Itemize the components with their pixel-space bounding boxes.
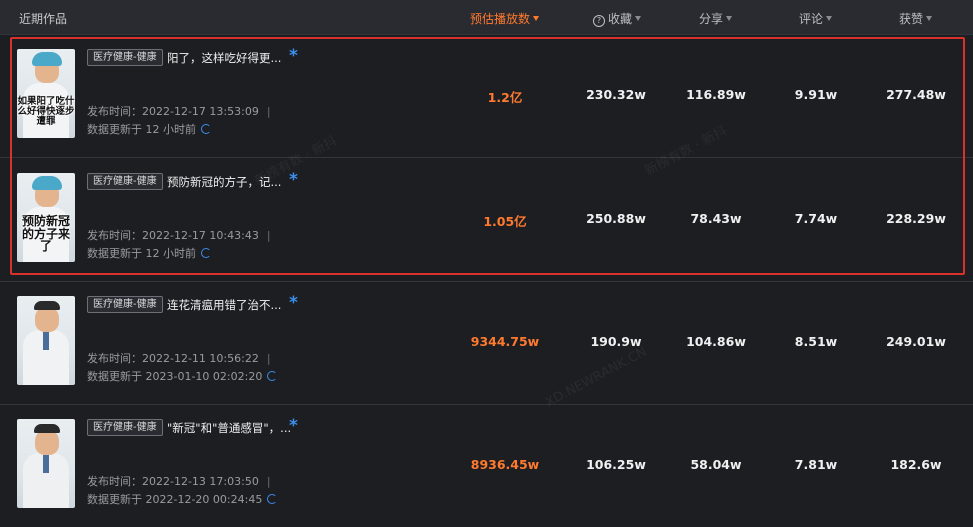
update-time: 数据更新于 12 小时前: [87, 245, 211, 261]
video-thumbnail[interactable]: [17, 419, 75, 508]
table-row[interactable]: 医疗健康-健康 "新冠"和"普通感冒"，... * 发布时间：2022-12-1…: [0, 404, 973, 527]
sort-down-icon: [926, 16, 933, 21]
help-icon[interactable]: ?: [593, 15, 605, 27]
category-tag: 医疗健康-健康: [87, 419, 163, 436]
comments-value: 7.81w: [794, 457, 838, 472]
table-row[interactable]: 医疗健康-健康 连花清瘟用错了治不... * 发布时间：2022-12-11 1…: [0, 281, 973, 405]
category-tag: 医疗健康-健康: [87, 49, 163, 66]
shares-value: 58.04w: [690, 457, 742, 472]
sort-down-icon: [726, 16, 733, 21]
thumbnail-caption: 如果阳了吃什么好得快逐步遭罪: [17, 96, 75, 127]
publish-time-text: 发布时间：2022-12-17 13:53:09: [87, 105, 259, 118]
video-title[interactable]: 阳了，这样吃好得更...: [167, 50, 281, 66]
asterisk-icon[interactable]: *: [289, 293, 298, 313]
refresh-icon[interactable]: [267, 494, 278, 504]
sort-plays-header[interactable]: 预估播放数: [470, 10, 540, 27]
sort-down-icon: [826, 16, 833, 21]
shares-value: 78.43w: [690, 211, 742, 226]
sort-comments-header[interactable]: 评论: [799, 10, 833, 27]
asterisk-icon[interactable]: *: [289, 170, 298, 190]
likes-value: 249.01w: [886, 334, 946, 349]
publish-time: 发布时间：2022-12-11 10:56:22 |: [87, 352, 271, 365]
refresh-icon[interactable]: [201, 124, 211, 134]
plays-value: 1.2亿: [487, 90, 523, 105]
video-thumbnail[interactable]: 预防新冠的方子来了: [17, 173, 75, 262]
update-time-text: 数据更新于 2022-12-20 00:24:45: [87, 493, 263, 506]
likes-header-label: 获赞: [899, 12, 924, 26]
sort-shares-header[interactable]: 分享: [699, 10, 733, 27]
comments-value: 8.51w: [794, 334, 838, 349]
recent-works-title: 近期作品: [19, 12, 68, 26]
refresh-icon[interactable]: [267, 371, 278, 381]
likes-value: 182.6w: [890, 457, 942, 472]
shares-value: 116.89w: [686, 87, 746, 102]
plays-value: 1.05亿: [483, 214, 527, 229]
table-row[interactable]: 如果阳了吃什么好得快逐步遭罪 医疗健康-健康 阳了，这样吃好得更... * 发布…: [0, 34, 973, 158]
video-title[interactable]: "新冠"和"普通感冒"，...: [167, 420, 291, 436]
publish-time-text: 发布时间：2022-12-11 10:56:22: [87, 352, 259, 365]
plays-header-label: 预估播放数: [470, 12, 531, 26]
asterisk-icon[interactable]: *: [289, 416, 298, 436]
favorites-header-label: 收藏: [608, 12, 633, 26]
comments-value: 7.74w: [794, 211, 838, 226]
update-time-text: 数据更新于 12 小时前: [87, 247, 196, 260]
thumbnail-caption: 预防新冠的方子来了: [21, 214, 70, 254]
comments-value: 9.91w: [794, 87, 838, 102]
sort-down-icon: [635, 16, 642, 21]
plays-value: 9344.75w: [470, 334, 540, 349]
sort-likes-header[interactable]: 获赞: [899, 10, 933, 27]
update-time-text: 数据更新于 12 小时前: [87, 123, 196, 136]
asterisk-icon[interactable]: *: [289, 46, 298, 66]
sort-favorites-header[interactable]: ? 收藏: [593, 10, 642, 27]
publish-time: 发布时间：2022-12-17 10:43:43 |: [87, 229, 271, 242]
table-row[interactable]: 预防新冠的方子来了 医疗健康-健康 预防新冠的方子，记... * 发布时间：20…: [0, 158, 973, 282]
video-title[interactable]: 连花清瘟用错了治不...: [167, 297, 281, 313]
favorites-value: 250.88w: [586, 211, 646, 226]
update-time-text: 数据更新于 2023-01-10 02:02:20: [87, 370, 263, 383]
publish-time: 发布时间：2022-12-13 17:03:50 |: [87, 475, 271, 488]
category-tag: 医疗健康-健康: [87, 173, 163, 190]
favorites-value: 106.25w: [586, 457, 646, 472]
update-time: 数据更新于 2022-12-20 00:24:45: [87, 491, 278, 507]
update-time: 数据更新于 2023-01-10 02:02:20: [87, 368, 278, 384]
comments-header-label: 评论: [799, 12, 824, 26]
favorites-value: 230.32w: [586, 87, 646, 102]
favorites-value: 190.9w: [590, 334, 642, 349]
publish-time-text: 发布时间：2022-12-13 17:03:50: [87, 475, 259, 488]
table-header: 近期作品 预估播放数 ? 收藏 分享 评论 获赞: [0, 0, 973, 35]
update-time: 数据更新于 12 小时前: [87, 121, 211, 137]
video-thumbnail[interactable]: 如果阳了吃什么好得快逐步遭罪: [17, 49, 75, 138]
likes-value: 277.48w: [886, 87, 946, 102]
plays-value: 8936.45w: [470, 457, 540, 472]
likes-value: 228.29w: [886, 211, 946, 226]
refresh-icon[interactable]: [201, 248, 211, 258]
shares-header-label: 分享: [699, 12, 724, 26]
shares-value: 104.86w: [686, 334, 746, 349]
video-thumbnail[interactable]: [17, 296, 75, 385]
publish-time-text: 发布时间：2022-12-17 10:43:43: [87, 229, 259, 242]
sort-down-icon: [533, 16, 540, 21]
category-tag: 医疗健康-健康: [87, 296, 163, 313]
publish-time: 发布时间：2022-12-17 13:53:09 |: [87, 105, 271, 118]
